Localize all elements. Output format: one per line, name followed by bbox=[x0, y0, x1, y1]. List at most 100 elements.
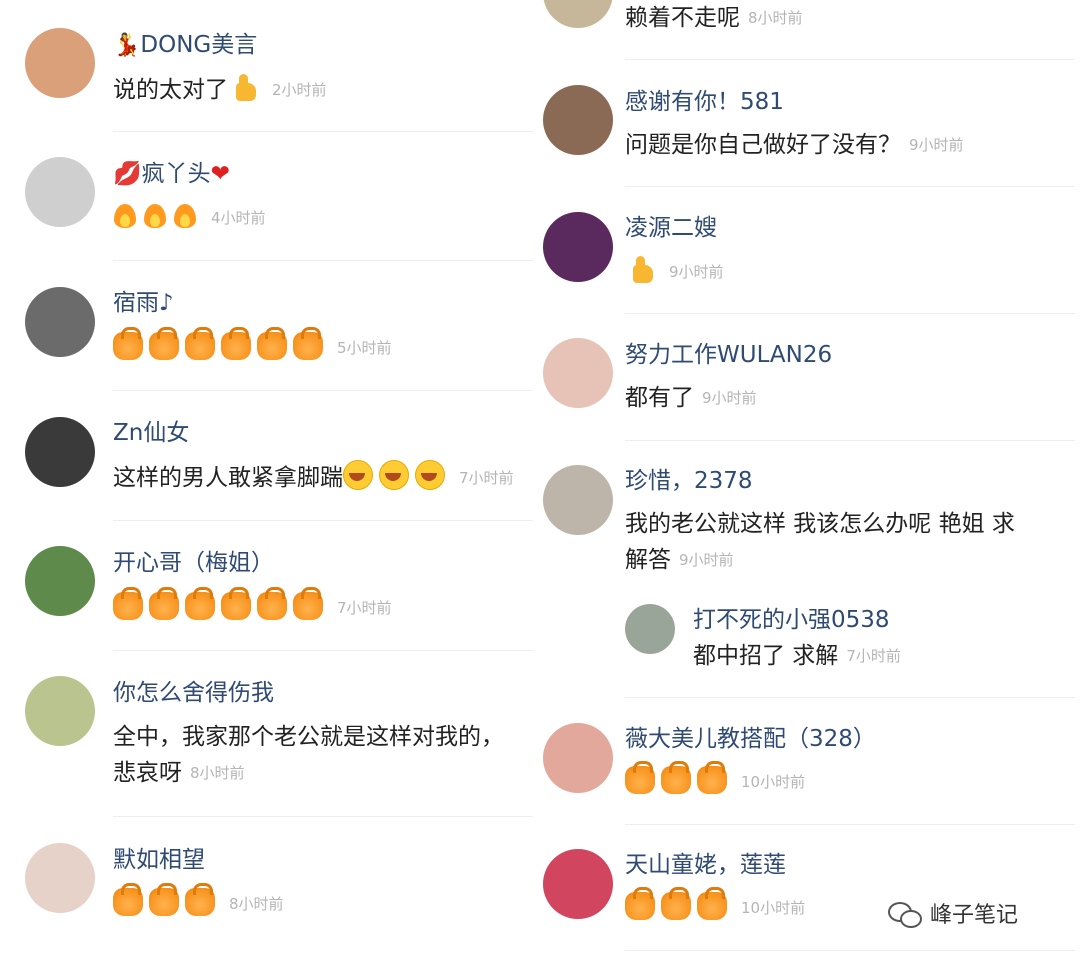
avatar[interactable] bbox=[543, 338, 613, 408]
avatar[interactable] bbox=[25, 28, 95, 98]
thumbs-up-icon bbox=[625, 256, 655, 284]
fire-icon bbox=[143, 200, 167, 230]
money-bag-icon bbox=[221, 587, 251, 620]
comment-text: 10小时前 bbox=[625, 761, 806, 800]
watermark: 峰子笔记 bbox=[888, 897, 1018, 929]
avatar[interactable] bbox=[25, 546, 95, 616]
avatar[interactable] bbox=[25, 676, 95, 746]
commenter-name[interactable]: 💋疯丫头❤ bbox=[113, 159, 230, 189]
thumbs-up-icon bbox=[228, 74, 258, 102]
money-bag-icon bbox=[185, 587, 215, 620]
comment-text: 9小时前 bbox=[625, 254, 724, 290]
commenter-name[interactable]: 打不死的小强0538 bbox=[693, 605, 890, 635]
money-bag-icon bbox=[149, 587, 179, 620]
timestamp: 7小时前 bbox=[459, 469, 514, 487]
money-bag-icon bbox=[293, 587, 323, 620]
timestamp: 9小时前 bbox=[702, 389, 757, 407]
money-bag-icon bbox=[661, 887, 691, 920]
timestamp: 9小时前 bbox=[669, 263, 724, 281]
money-bag-icon bbox=[697, 887, 727, 920]
divider bbox=[113, 390, 533, 391]
commenter-name[interactable]: 薇大美儿教搭配（328） bbox=[625, 724, 876, 754]
commenter-name[interactable]: 天山童姥，莲莲 bbox=[625, 850, 786, 880]
divider bbox=[113, 650, 533, 651]
avatar[interactable] bbox=[543, 0, 613, 28]
timestamp: 7小时前 bbox=[337, 599, 392, 617]
timestamp: 10小时前 bbox=[741, 773, 806, 791]
commenter-name[interactable]: 凌源二嫂 bbox=[625, 213, 717, 243]
commenter-name[interactable]: 珍惜，2378 bbox=[625, 466, 753, 496]
timestamp: 9小时前 bbox=[909, 136, 964, 154]
commenter-name[interactable]: 💃DONG美言 bbox=[113, 30, 257, 61]
commenter-name[interactable]: 默如相望 bbox=[113, 845, 205, 875]
timestamp: 8小时前 bbox=[229, 895, 284, 913]
comment-text: 都有了 9小时前 bbox=[625, 385, 757, 411]
heart-icon: ❤ bbox=[210, 161, 230, 187]
avatar[interactable] bbox=[25, 287, 95, 357]
money-bag-icon bbox=[113, 587, 143, 620]
commenter-name[interactable]: 宿雨♪ bbox=[113, 288, 174, 318]
laughing-icon bbox=[343, 460, 373, 490]
divider bbox=[113, 520, 533, 521]
timestamp: 4小时前 bbox=[211, 209, 266, 227]
divider bbox=[113, 131, 533, 132]
money-bag-icon bbox=[185, 883, 215, 916]
laughing-icon bbox=[415, 460, 445, 490]
divider bbox=[625, 313, 1075, 314]
comment-text: 问题是你自己做好了没有？ 9小时前 bbox=[625, 132, 964, 158]
timestamp: 2小时前 bbox=[272, 81, 327, 99]
divider bbox=[625, 950, 1075, 951]
avatar[interactable] bbox=[543, 723, 613, 793]
fire-icon bbox=[113, 200, 137, 230]
divider bbox=[625, 186, 1075, 187]
money-bag-icon bbox=[149, 327, 179, 360]
divider bbox=[113, 816, 533, 817]
comment-text: 这样的男人敢紧拿脚踹 7小时前 bbox=[113, 460, 514, 496]
commenter-name[interactable]: 开心哥（梅姐） bbox=[113, 548, 274, 578]
money-bag-icon bbox=[185, 327, 215, 360]
money-bag-icon bbox=[113, 327, 143, 360]
money-bag-icon bbox=[257, 327, 287, 360]
comment-text: 我的老公就这样 我该怎么办呢 艳姐 求 解答 9小时前 bbox=[625, 511, 1015, 573]
timestamp: 8小时前 bbox=[748, 9, 803, 27]
laughing-icon bbox=[379, 460, 409, 490]
divider bbox=[625, 824, 1075, 825]
avatar[interactable] bbox=[625, 604, 675, 654]
divider bbox=[625, 59, 1075, 60]
dancer-icon: 💃 bbox=[113, 33, 141, 58]
avatar[interactable] bbox=[543, 85, 613, 155]
left-comment-column: 💃DONG美言 说的太对了 2小时前 💋疯丫头❤ 4小时前 宿雨♪ 5小时前 Zn… bbox=[0, 0, 540, 961]
commenter-name[interactable]: 努力工作WULAN26 bbox=[625, 340, 832, 370]
avatar[interactable] bbox=[25, 417, 95, 487]
money-bag-icon bbox=[697, 761, 727, 794]
wechat-icon bbox=[888, 902, 922, 928]
money-bag-icon bbox=[625, 761, 655, 794]
commenter-name[interactable]: Zn仙女 bbox=[113, 418, 189, 448]
commenter-name[interactable]: 你怎么舍得伤我 bbox=[113, 678, 274, 708]
avatar[interactable] bbox=[25, 157, 95, 227]
comment-text: 4小时前 bbox=[113, 200, 266, 236]
comment-text: 都中招了 求解 7小时前 bbox=[693, 643, 901, 669]
divider bbox=[113, 260, 533, 261]
commenter-name[interactable]: 感谢有你！581 bbox=[625, 87, 784, 117]
avatar[interactable] bbox=[543, 465, 613, 535]
avatar[interactable] bbox=[543, 212, 613, 282]
fire-icon bbox=[173, 200, 197, 230]
right-comment-column: 赖着不走呢 8小时前 感谢有你！581 问题是你自己做好了没有？ 9小时前 凌源二嫂… bbox=[540, 0, 1080, 961]
timestamp: 10小时前 bbox=[741, 899, 806, 917]
avatar[interactable] bbox=[25, 843, 95, 913]
comment-text: 赖着不走呢 8小时前 bbox=[625, 5, 803, 31]
comment-text: 说的太对了 2小时前 bbox=[113, 72, 327, 108]
avatar[interactable] bbox=[543, 849, 613, 919]
comment-text: 7小时前 bbox=[113, 587, 392, 626]
timestamp: 9小时前 bbox=[679, 551, 734, 569]
money-bag-icon bbox=[113, 883, 143, 916]
money-bag-icon bbox=[661, 761, 691, 794]
divider bbox=[625, 440, 1075, 441]
divider bbox=[625, 697, 1075, 698]
comment-text: 8小时前 bbox=[113, 883, 284, 922]
money-bag-icon bbox=[149, 883, 179, 916]
money-bag-icon bbox=[221, 327, 251, 360]
money-bag-icon bbox=[257, 587, 287, 620]
timestamp: 5小时前 bbox=[337, 339, 392, 357]
